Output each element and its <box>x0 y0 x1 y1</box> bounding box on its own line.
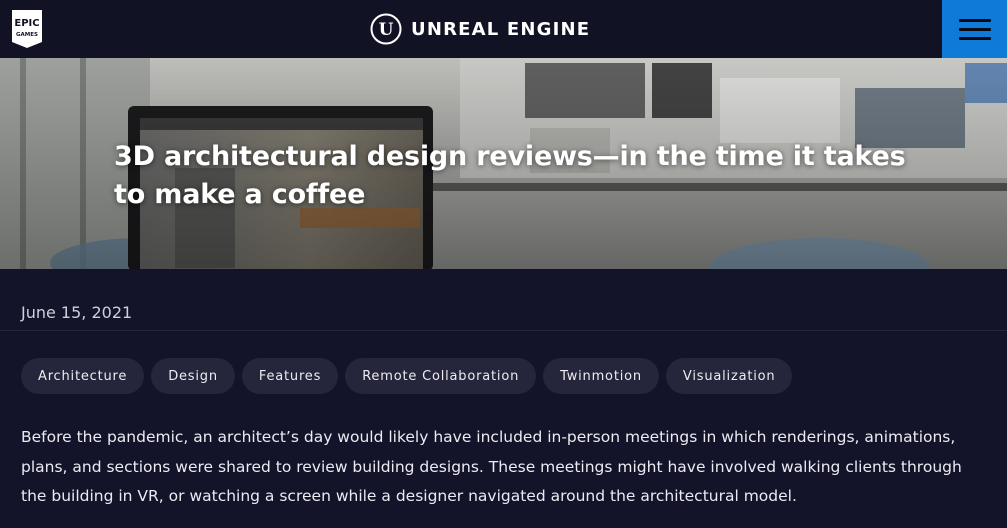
article-title: 3D architectural design reviews—in the t… <box>114 138 914 214</box>
top-navigation-bar: EPIC GAMES U UNREAL ENGINE <box>0 0 1007 58</box>
unreal-engine-logo[interactable]: U UNREAL ENGINE <box>370 13 590 45</box>
hamburger-icon <box>958 18 991 22</box>
tag-visualization[interactable]: Visualization <box>665 358 793 394</box>
hero-banner: 3D architectural design reviews—in the t… <box>0 58 1007 269</box>
epic-logo-text-line1: EPIC <box>14 18 39 29</box>
article-intro-paragraph: Before the pandemic, an architect’s day … <box>21 428 962 505</box>
unreal-logo-icon: U <box>370 13 402 45</box>
menu-button[interactable] <box>942 0 1007 58</box>
hamburger-icon-bar <box>958 36 991 40</box>
hamburger-icon-bar <box>958 27 991 31</box>
publish-date: June 15, 2021 <box>21 303 133 322</box>
epic-logo-text-line2: GAMES <box>16 32 38 38</box>
epic-games-logo[interactable]: EPIC GAMES <box>10 9 44 49</box>
article-title-line1: 3D architectural design reviews—in the t… <box>114 141 906 172</box>
tag-design[interactable]: Design <box>151 358 235 394</box>
section-divider <box>0 330 1007 331</box>
brand-name: UNREAL ENGINE <box>411 18 591 40</box>
tag-remote-collaboration[interactable]: Remote Collaboration <box>345 358 537 394</box>
unreal-logo-letter: U <box>379 20 394 40</box>
tag-twinmotion[interactable]: Twinmotion <box>543 358 659 394</box>
article-title-line2: to make a coffee <box>114 179 366 210</box>
tag-architecture[interactable]: Architecture <box>21 358 145 394</box>
tag-features[interactable]: Features <box>241 358 339 394</box>
tag-list: Architecture Design Features Remote Coll… <box>21 358 793 394</box>
